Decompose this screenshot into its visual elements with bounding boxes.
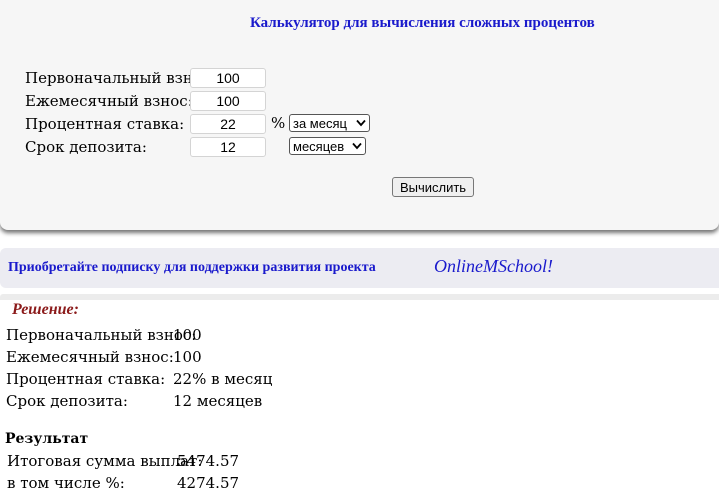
solution-row-label: Процентная ставка: — [6, 370, 166, 388]
solution-row-label: Ежемесячный взнос: — [6, 348, 174, 366]
percent-sign: % — [271, 114, 286, 132]
monthly-deposit-label: Ежемесячный взнос: — [25, 92, 193, 110]
rate-period-value: за месяц — [293, 116, 347, 131]
calculate-button[interactable]: Вычислить — [392, 177, 474, 197]
interest-rate-label: Процентная ставка: — [25, 115, 185, 133]
solution-row: Первоначальный взнос: 100 — [6, 326, 202, 344]
rate-period-select[interactable]: за месяц — [289, 114, 370, 132]
solution-title: Решение: — [12, 301, 79, 318]
solution-row: Ежемесячный взнос: 100 — [6, 348, 202, 366]
result-row-value: 5474.57 — [177, 452, 240, 470]
calculator-title: Калькулятор для вычисления сложных проце… — [250, 15, 595, 31]
solution-row-label: Срок депозита: — [6, 392, 128, 410]
interest-rate-input[interactable] — [190, 114, 266, 134]
calculator-panel: Калькулятор для вычисления сложных проце… — [0, 0, 719, 230]
chevron-down-icon — [352, 142, 362, 150]
solution-divider — [0, 294, 719, 300]
initial-deposit-label: Первоначальный взнос: — [25, 69, 216, 87]
term-period-value: месяцев — [293, 139, 345, 154]
solution-row: Процентная ставка: 22% в месяц — [6, 370, 272, 388]
term-period-select[interactable]: месяцев — [289, 137, 366, 155]
result-row-label: в том числе %: — [7, 474, 125, 492]
solution-row-label: Первоначальный взнос: — [6, 326, 197, 344]
result-row-value: 4274.57 — [177, 474, 240, 492]
deposit-term-input[interactable] — [190, 137, 266, 157]
initial-deposit-input[interactable] — [190, 68, 266, 88]
promo-brand-link[interactable]: OnlineMSchool! — [434, 256, 553, 277]
result-title: Результат — [5, 431, 89, 447]
result-row: Итоговая сумма выплат: 5474.57 — [7, 452, 239, 470]
result-row-label: Итоговая сумма выплат: — [7, 452, 203, 470]
monthly-deposit-input[interactable] — [190, 91, 266, 111]
result-row: в том числе %: 4274.57 — [7, 474, 239, 492]
solution-row-value: 22% в месяц — [173, 370, 273, 388]
promo-text: Приобретайте подписку для поддержки разв… — [8, 260, 376, 275]
promo-banner: Приобретайте подписку для поддержки разв… — [0, 248, 719, 288]
solution-row: Срок депозита: 12 месяцев — [6, 392, 262, 410]
chevron-down-icon — [356, 119, 366, 127]
solution-row-value: 100 — [173, 348, 202, 366]
solution-row-value: 100 — [173, 326, 202, 344]
solution-row-value: 12 месяцев — [173, 392, 263, 410]
deposit-term-label: Срок депозита: — [25, 138, 147, 156]
